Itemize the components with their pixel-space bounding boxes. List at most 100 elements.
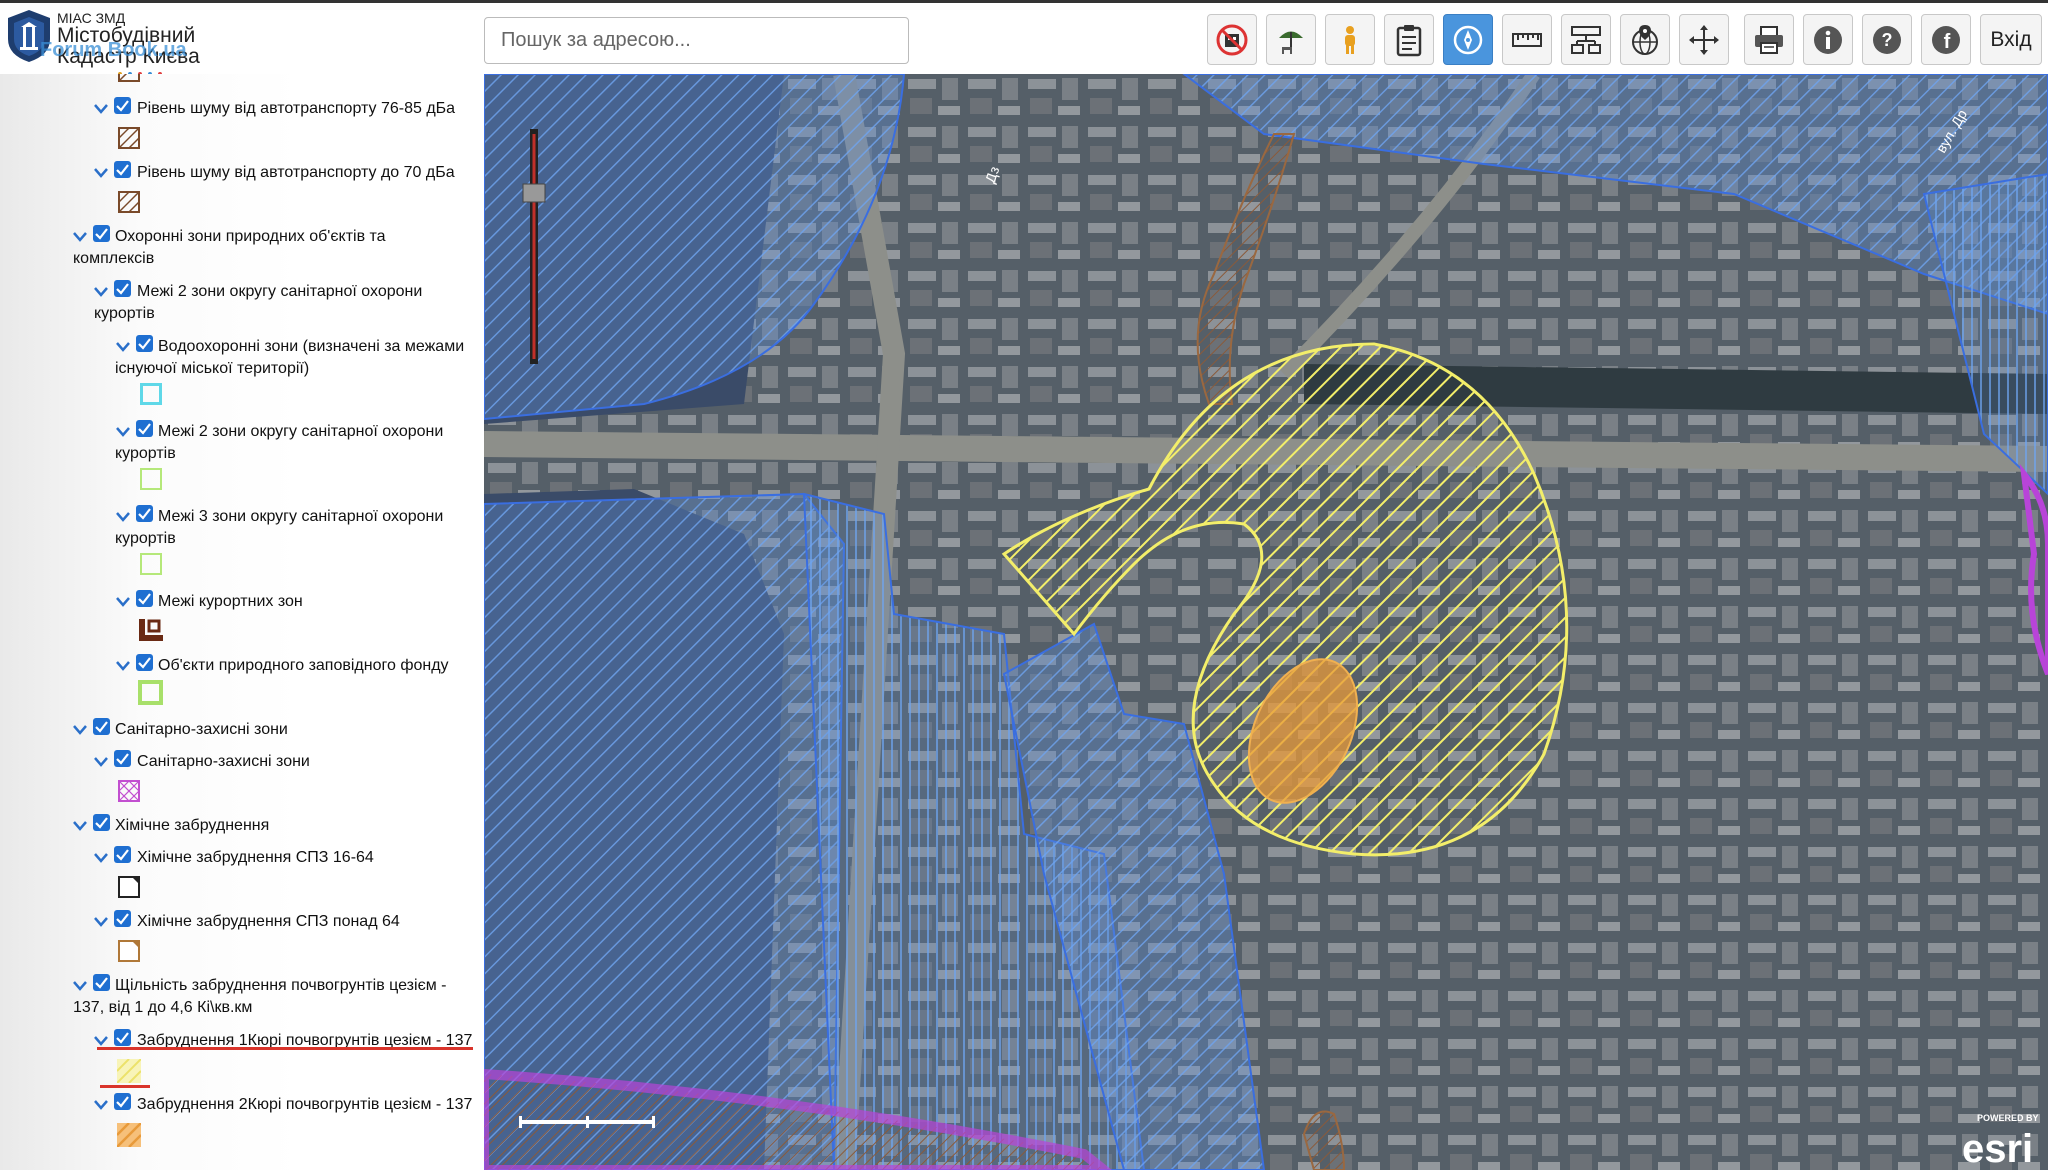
chevron-down-icon[interactable] [94, 104, 108, 114]
noise-swatch [118, 127, 140, 149]
checkbox[interactable] [93, 225, 110, 242]
beach-button[interactable] [1266, 14, 1316, 65]
checkbox[interactable] [93, 718, 110, 735]
checkbox[interactable] [114, 910, 131, 927]
layer-label: Хімічне забруднення СПЗ 16-64 [137, 849, 374, 866]
checkbox[interactable] [114, 750, 131, 767]
beach-umbrella-icon [1279, 31, 1303, 54]
layer-label: Рівень шуму від автотранспорту 76-85 дБа [137, 100, 456, 117]
print-button[interactable] [1744, 14, 1794, 65]
noise-swatch [118, 191, 140, 213]
esri-logo[interactable]: esri [1962, 1127, 2033, 1170]
chemical-over-64-swatch [118, 940, 140, 962]
layer-label: Межі 3 зони округу санітарної охорони [158, 508, 444, 525]
no-building-button[interactable] [1207, 14, 1257, 65]
navigate-button[interactable] [1443, 14, 1493, 65]
checkbox[interactable] [114, 97, 131, 114]
move-icon [1689, 24, 1719, 55]
layer-label: курортів [94, 305, 155, 322]
clipboard-icon [1396, 24, 1422, 56]
highlight-underline [97, 1047, 473, 1050]
layer-group-label: комплексів [73, 250, 155, 267]
chevron-down-icon[interactable] [116, 597, 130, 607]
chevron-down-icon[interactable] [73, 981, 87, 991]
layer-label: Рівень шуму від автотранспорту до 70 дБа [137, 164, 455, 181]
street-view-button[interactable] [1325, 14, 1375, 65]
watermark-text: Forum Book.ua [40, 39, 187, 61]
measure-button[interactable] [1502, 14, 1552, 65]
chevron-down-icon[interactable] [94, 853, 108, 863]
printer-icon [1755, 25, 1783, 54]
layers-panel[interactable]: Рівень шуму від автотранспорту 76-85 дБа… [0, 74, 484, 1170]
chevron-down-icon[interactable] [116, 661, 130, 671]
geolocate-button[interactable] [1620, 14, 1670, 65]
water-protection-zone [484, 492, 846, 1170]
checkbox[interactable] [114, 846, 131, 863]
chevron-down-icon[interactable] [94, 757, 108, 767]
compass-icon [1453, 25, 1483, 54]
network-icon [1571, 25, 1601, 54]
checkbox[interactable] [136, 420, 153, 437]
layer-group-label: 137, від 1 до 4,6 Кі\кв.км [73, 999, 253, 1016]
info-button[interactable] [1803, 14, 1853, 65]
water-protection-swatch [140, 383, 162, 405]
layer-label: Межі 2 зони округу санітарної охорони [158, 423, 444, 440]
chevron-down-icon[interactable] [116, 427, 130, 437]
chevron-down-icon[interactable] [73, 232, 87, 242]
checkbox[interactable] [136, 654, 153, 671]
svg-text:f: f [1944, 31, 1951, 53]
checkbox[interactable] [114, 1029, 131, 1046]
info-icon [1814, 25, 1842, 54]
help-icon: ? [1873, 25, 1901, 54]
top-header: МІАС ЗМД Містобудівний Кадастр Києва For… [0, 0, 2048, 76]
chevron-down-icon[interactable] [116, 512, 130, 522]
chevron-down-icon[interactable] [94, 1036, 108, 1046]
layer-label: Межі курортних зон [158, 593, 303, 610]
layer-label: Хімічне забруднення СПЗ понад 64 [137, 913, 400, 930]
layer-label: Об'єкти природного заповідного фонду [158, 657, 449, 674]
sanitary-protection-swatch [118, 780, 140, 802]
checkbox[interactable] [114, 1093, 131, 1110]
layer-label: Забруднення 2Кюрі почвогрунтів цезієм - … [137, 1096, 473, 1113]
sanitary-3-swatch [140, 553, 162, 575]
checkbox[interactable] [136, 335, 153, 352]
map-view[interactable]: вул. Др Дз POWERED BY esri [484, 74, 2048, 1170]
chevron-down-icon[interactable] [94, 287, 108, 297]
legend-button[interactable] [1384, 14, 1434, 65]
layer-group-label: Санітарно-захисні зони [115, 721, 288, 738]
login-button[interactable]: Вхід [1980, 14, 2042, 65]
checkbox[interactable] [136, 505, 153, 522]
nature-reserve-swatch [138, 680, 163, 705]
sanitary-2-swatch [140, 468, 162, 490]
esri-powered-by: POWERED BY [1977, 1113, 2039, 1123]
svg-text:?: ? [1882, 30, 1893, 50]
layer-group-label: Охоронні зони природних об'єктів та [115, 228, 386, 245]
cesium-2-swatch [117, 1123, 141, 1147]
checkbox[interactable] [114, 280, 131, 297]
facebook-icon: f [1932, 25, 1960, 54]
checkbox[interactable] [136, 590, 153, 607]
facebook-button[interactable]: f [1921, 14, 1971, 65]
checkbox[interactable] [93, 974, 110, 991]
cesium-1-swatch [117, 1059, 141, 1083]
person-icon [1345, 25, 1355, 54]
layers-tree-button[interactable] [1561, 14, 1611, 65]
highlight-underline [100, 1085, 150, 1088]
chevron-down-icon[interactable] [116, 342, 130, 352]
layer-label: існуючої міської території) [115, 360, 310, 377]
layer-label: Санітарно-захисні зони [137, 753, 310, 770]
chevron-down-icon[interactable] [94, 917, 108, 927]
chevron-down-icon[interactable] [94, 1100, 108, 1110]
map-canvas[interactable]: вул. Др Дз POWERED BY esri [484, 74, 2048, 1170]
chevron-down-icon[interactable] [73, 821, 87, 831]
chevron-down-icon[interactable] [73, 725, 87, 735]
chevron-down-icon[interactable] [94, 168, 108, 178]
checkbox[interactable] [93, 814, 110, 831]
pan-button[interactable] [1679, 14, 1729, 65]
help-button[interactable]: ? [1862, 14, 1912, 65]
checkbox[interactable] [114, 161, 131, 178]
layer-label: Межі 2 зони округу санітарної охорони [137, 283, 423, 300]
address-search-input[interactable] [484, 17, 909, 64]
zoom-handle[interactable] [522, 183, 546, 203]
no-building-icon [1216, 24, 1248, 55]
